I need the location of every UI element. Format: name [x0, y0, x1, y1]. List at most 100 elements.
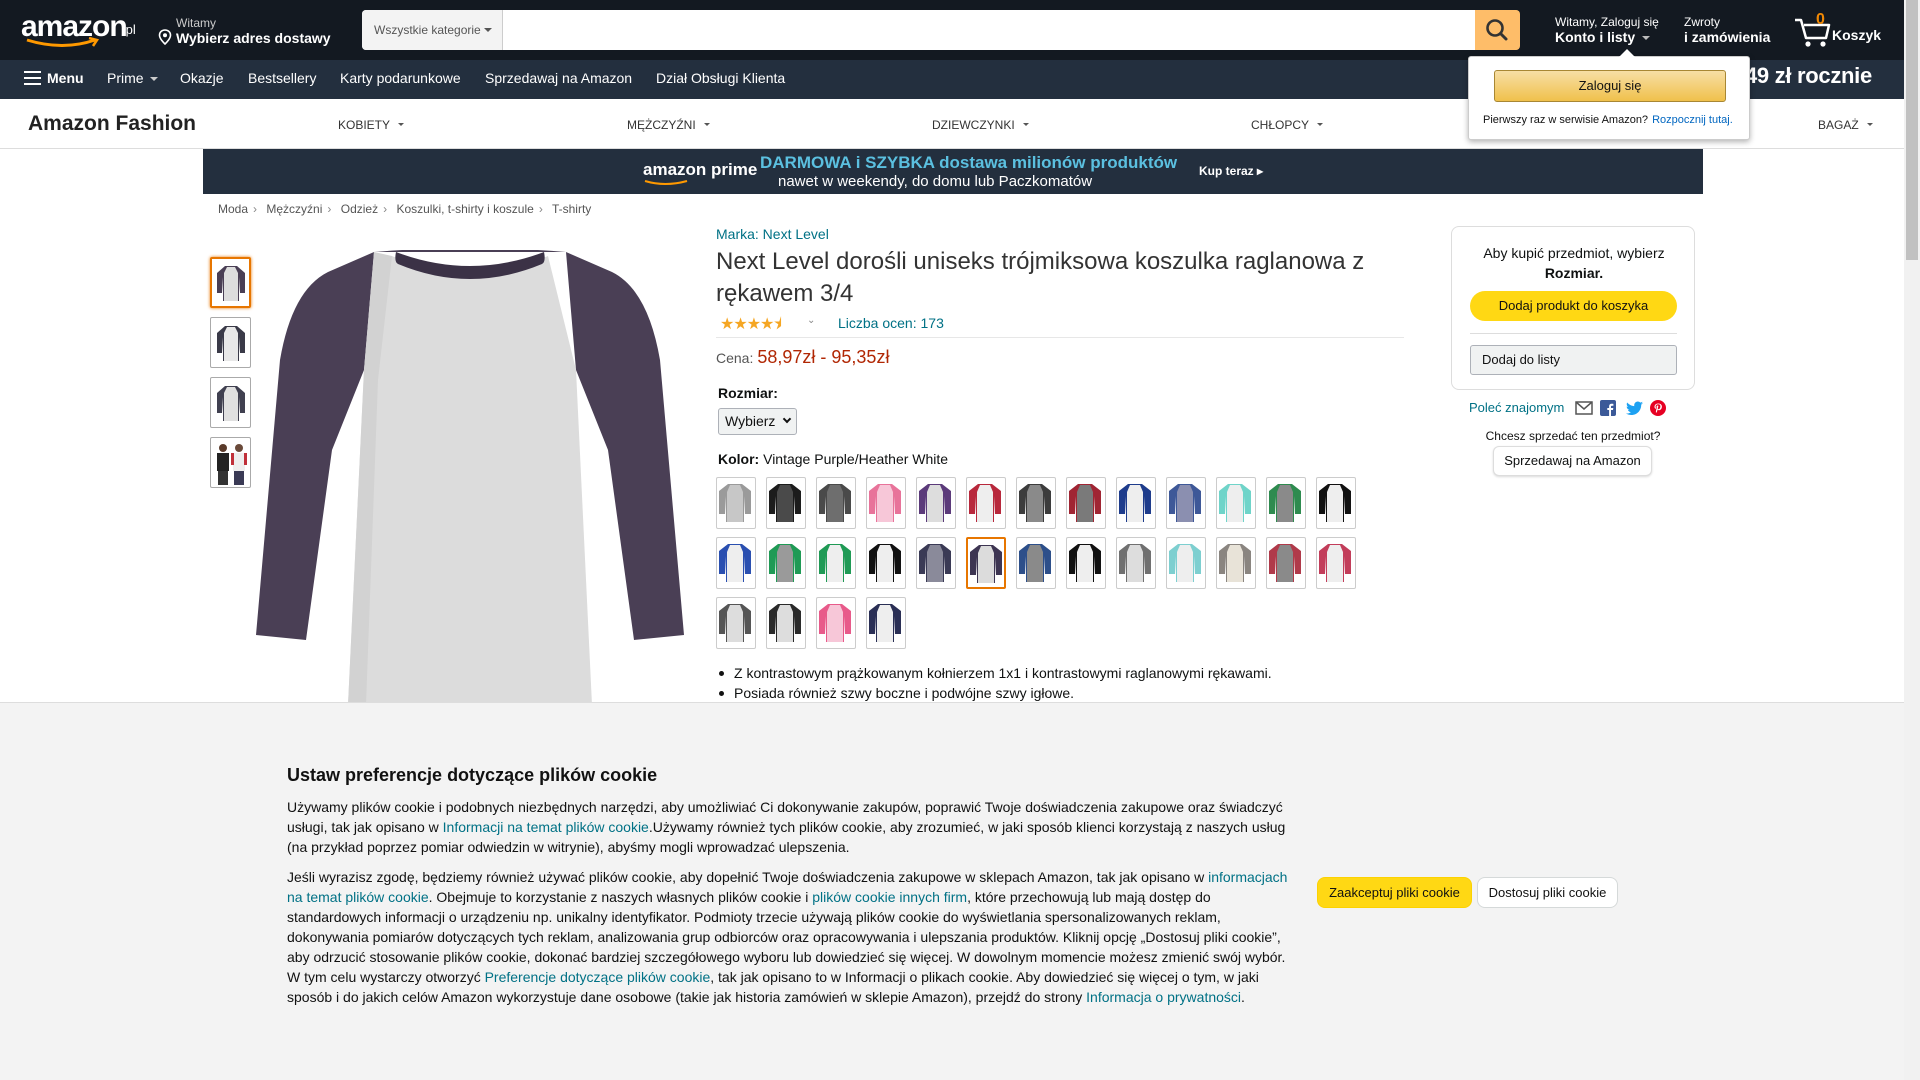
breadcrumb-item[interactable]: Koszulki, t-shirty i koszule	[396, 202, 533, 216]
color-swatch[interactable]	[1016, 477, 1056, 529]
fashion-brand[interactable]: Amazon Fashion	[28, 112, 196, 136]
rating-count-link[interactable]: Liczba ocen: 173	[838, 315, 944, 331]
color-swatch[interactable]	[1216, 477, 1256, 529]
color-swatch[interactable]	[1266, 477, 1306, 529]
thumbnail-2[interactable]	[210, 317, 251, 368]
nav-item-gift-cards[interactable]: Karty podarunkowe	[340, 70, 461, 86]
thumbnail-3[interactable]	[210, 377, 251, 428]
privacy-notice-link[interactable]: Informacja o prywatności	[1086, 989, 1241, 1005]
color-swatch[interactable]	[966, 477, 1006, 529]
shirt-swatch-icon	[1169, 544, 1201, 582]
returns-orders[interactable]: Zwroty i zamówienia	[1684, 15, 1770, 45]
start-here-link[interactable]: Rozpocznij tutaj.	[1652, 114, 1733, 126]
cart-button[interactable]: 0 Koszyk	[1792, 10, 1882, 50]
signin-button[interactable]: Zaloguj się	[1494, 70, 1726, 102]
caret-down-icon	[1642, 36, 1651, 40]
color-swatch[interactable]	[716, 477, 756, 529]
pinterest-icon[interactable]	[1650, 400, 1666, 416]
cookie-info-link[interactable]: Informacji na temat plików cookie	[443, 819, 649, 835]
color-swatch[interactable]	[816, 597, 856, 649]
prime-banner-cta[interactable]: Kup teraz ▸	[1199, 164, 1263, 178]
color-swatch[interactable]	[916, 537, 956, 589]
customize-cookies-button[interactable]: Dostosuj pliki cookie	[1477, 877, 1618, 908]
add-to-list-button[interactable]: Dodaj do listy	[1470, 345, 1677, 375]
star-rating-icon[interactable]: ★★★★⯨	[720, 313, 782, 340]
nav-item-prime[interactable]: Prime	[107, 70, 159, 86]
color-swatch[interactable]	[766, 477, 806, 529]
color-swatch[interactable]	[1166, 477, 1206, 529]
color-swatch[interactable]	[1116, 537, 1156, 589]
sell-on-amazon-button[interactable]: Sprzedawaj na Amazon	[1493, 446, 1652, 476]
color-swatch[interactable]	[766, 597, 806, 649]
deliver-to[interactable]: Witamy Wybierz adres dostawy	[156, 16, 331, 46]
fashion-cat-boys[interactable]: CHŁOPCY	[1251, 118, 1324, 132]
share-link[interactable]: Poleć znajomym	[1469, 400, 1564, 415]
facebook-icon[interactable]	[1600, 400, 1616, 416]
color-swatch[interactable]	[866, 537, 906, 589]
brand-link[interactable]: Marka: Next Level	[716, 226, 829, 242]
cart-label: Koszyk	[1832, 27, 1882, 43]
color-swatch[interactable]	[1266, 537, 1306, 589]
scrollbar-thumb[interactable]	[1906, 0, 1918, 260]
color-swatch[interactable]	[1316, 537, 1356, 589]
amazon-logo[interactable]: amazon .pl	[21, 12, 136, 48]
shirt-swatch-icon	[1169, 484, 1201, 522]
product-main-image[interactable]	[256, 250, 684, 705]
nav-item-bestsellers[interactable]: Bestsellery	[248, 70, 316, 86]
account-lists[interactable]: Witamy, Zaloguj się Konto i listy	[1555, 15, 1659, 45]
color-swatch[interactable]	[816, 477, 856, 529]
fashion-cat-luggage[interactable]: BAGAŻ	[1818, 118, 1873, 132]
color-swatch[interactable]	[716, 537, 756, 589]
color-swatch[interactable]	[1066, 477, 1106, 529]
twitter-icon[interactable]	[1626, 401, 1644, 416]
fashion-cat-men[interactable]: MĘŻCZYŹNI	[627, 118, 710, 132]
color-swatch[interactable]	[1016, 537, 1056, 589]
add-to-cart-button[interactable]: Dodaj produkt do koszyka	[1470, 291, 1677, 321]
prime-banner[interactable]: amazon prime DARMOWA i SZYBKA dostawa mi…	[203, 149, 1703, 194]
prime-promo[interactable]: 49 zł rocznie	[1745, 63, 1872, 89]
size-dropdown[interactable]: Wybierz	[718, 408, 797, 435]
shirt-swatch-icon	[1019, 484, 1051, 522]
color-swatch[interactable]	[966, 537, 1006, 589]
accept-cookies-button[interactable]: Zaakceptuj pliki cookie	[1317, 877, 1472, 908]
color-swatch[interactable]	[1316, 477, 1356, 529]
color-swatch[interactable]	[1066, 537, 1106, 589]
color-swatch[interactable]	[766, 537, 806, 589]
color-swatch[interactable]	[866, 597, 906, 649]
thumbnail-1[interactable]	[210, 257, 251, 308]
shirt-swatch-icon	[969, 484, 1001, 522]
cookie-preferences-link[interactable]: Preferencje dotyczące plików cookie	[485, 969, 711, 985]
breadcrumb-item[interactable]: Odzież	[341, 202, 378, 216]
color-swatch[interactable]	[716, 597, 756, 649]
breadcrumb-item[interactable]: Mężczyźni	[266, 202, 322, 216]
breadcrumb-item[interactable]: Moda	[218, 202, 248, 216]
nav-item-sell[interactable]: Sprzedawaj na Amazon	[485, 70, 632, 86]
page-scrollbar[interactable]	[1904, 0, 1920, 1080]
shirt-swatch-icon	[769, 484, 801, 522]
shirt-swatch-icon	[819, 484, 851, 522]
nav-item-customer-service[interactable]: Dział Obsługi Klienta	[656, 70, 785, 86]
nav-item-deals[interactable]: Okazje	[180, 70, 224, 86]
product-info: Marka: Next Level Next Level dorośli uni…	[716, 226, 1404, 338]
color-swatch[interactable]	[916, 477, 956, 529]
search-button[interactable]	[1475, 10, 1520, 50]
menu-button[interactable]: Menu	[24, 70, 84, 86]
search-input[interactable]	[503, 10, 1473, 50]
thumbnail-4[interactable]	[210, 437, 251, 488]
search-category-dropdown[interactable]: Wszystkie kategorie	[362, 10, 503, 50]
email-icon[interactable]	[1575, 401, 1593, 415]
shirt-swatch-icon	[970, 545, 1002, 583]
shirt-swatch-icon	[1269, 544, 1301, 582]
color-swatch[interactable]	[1216, 537, 1256, 589]
chevron-down-icon[interactable]: ⌄	[807, 315, 815, 326]
fashion-cat-girls[interactable]: DZIEWCZYNKI	[932, 118, 1029, 132]
fashion-cat-women[interactable]: KOBIETY	[338, 118, 405, 132]
color-swatch[interactable]	[816, 537, 856, 589]
third-party-cookies-link[interactable]: plików cookie innych firm	[812, 889, 967, 905]
color-swatch[interactable]	[866, 477, 906, 529]
color-swatch[interactable]	[1166, 537, 1206, 589]
breadcrumb-item[interactable]: T-shirty	[552, 202, 591, 216]
shirt-swatch-icon	[1069, 484, 1101, 522]
chevron-down-icon	[703, 123, 710, 126]
color-swatch[interactable]	[1116, 477, 1156, 529]
